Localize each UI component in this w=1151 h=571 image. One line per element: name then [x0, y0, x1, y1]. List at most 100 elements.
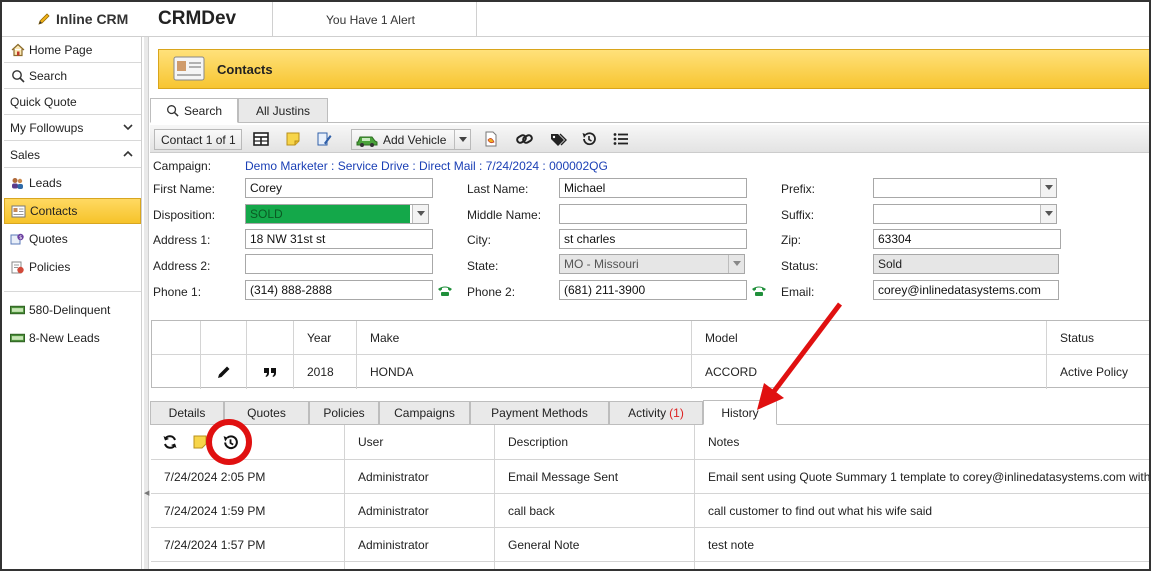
- chevron-down-icon[interactable]: [122, 121, 134, 133]
- list-icon: [10, 303, 25, 318]
- edit-document-icon[interactable]: [315, 131, 333, 147]
- prefix-select[interactable]: [873, 178, 1057, 198]
- phone1-field[interactable]: (314) 888-2888: [245, 280, 433, 300]
- email-field[interactable]: corey@inlinedatasystems.com: [873, 280, 1059, 300]
- phone-call-icon[interactable]: [751, 285, 767, 297]
- last-name-field[interactable]: Michael: [559, 178, 747, 198]
- chevron-down-icon[interactable]: [412, 205, 428, 223]
- column-header-model[interactable]: Model: [692, 321, 1047, 355]
- tab-all-justins[interactable]: All Justins: [238, 98, 328, 123]
- tab-search[interactable]: Search: [150, 98, 238, 123]
- address1-label: Address 1:: [153, 233, 211, 247]
- tab-history[interactable]: History: [703, 400, 777, 425]
- disposition-select[interactable]: SOLD: [245, 204, 429, 224]
- chevron-up-icon[interactable]: [122, 148, 134, 160]
- column-header-user[interactable]: User: [358, 425, 383, 459]
- sidebar: Home Page Search Quick Quote My Followup…: [2, 37, 142, 569]
- add-vehicle-dropdown[interactable]: [454, 130, 470, 149]
- phone2-field[interactable]: (681) 211-3900: [559, 280, 747, 300]
- column-header-description[interactable]: Description: [508, 425, 568, 459]
- add-vehicle-label: Add Vehicle: [383, 132, 447, 147]
- phone-call-icon[interactable]: [437, 285, 453, 297]
- sidebar-item-label: Sales: [10, 147, 41, 162]
- list-icon: [10, 331, 25, 346]
- address2-field[interactable]: [245, 254, 433, 274]
- splitter-grip-icon[interactable]: ◀: [144, 489, 149, 497]
- divider: [151, 527, 1149, 528]
- svg-text:$: $: [19, 235, 22, 241]
- record-toolbar: Contact 1 of 1 Add Vehicle: [150, 125, 1149, 153]
- contact-counter: Contact 1 of 1: [154, 129, 242, 150]
- contacts-icon: [11, 204, 26, 219]
- search-icon: [167, 105, 179, 117]
- note-icon[interactable]: [284, 131, 302, 147]
- chevron-down-icon[interactable]: [728, 255, 744, 273]
- column-header-status[interactable]: Status: [1047, 321, 1149, 355]
- tab-quotes[interactable]: Quotes: [224, 401, 309, 425]
- contact-counter-text: Contact 1 of 1: [161, 132, 236, 147]
- tab-activity[interactable]: Activity (1): [609, 401, 703, 425]
- history-icon[interactable]: [222, 425, 239, 459]
- sidebar-item-home[interactable]: Home Page: [4, 37, 141, 63]
- main-content: Contacts Search All Justins Contact 1 of…: [150, 37, 1149, 569]
- state-select[interactable]: MO - Missouri: [559, 254, 745, 274]
- quote-row-button[interactable]: [247, 355, 294, 389]
- address1-field[interactable]: 18 NW 31st st: [245, 229, 433, 249]
- suffix-select[interactable]: [873, 204, 1057, 224]
- campaign-link[interactable]: Demo Marketer : Service Drive : Direct M…: [245, 159, 608, 173]
- sidebar-item-policies[interactable]: Policies: [4, 254, 141, 280]
- add-vehicle-button[interactable]: Add Vehicle: [351, 129, 471, 150]
- city-field[interactable]: st charles: [559, 229, 747, 249]
- tab-label: Quotes: [247, 406, 286, 420]
- sidebar-item-contacts[interactable]: Contacts: [4, 198, 141, 224]
- sidebar-item-quick-quote[interactable]: Quick Quote: [4, 89, 141, 115]
- column-header-notes[interactable]: Notes: [708, 425, 739, 459]
- link-icon[interactable]: [515, 131, 533, 147]
- history-date: 7/24/2024 1:57 PM: [164, 537, 266, 552]
- alert-link[interactable]: You Have 1 Alert: [326, 13, 415, 27]
- tags-icon[interactable]: [549, 131, 567, 147]
- app-logo[interactable]: Inline CRM: [36, 11, 128, 27]
- sidebar-item-search[interactable]: Search: [4, 63, 141, 89]
- grid-icon[interactable]: [252, 131, 270, 147]
- list-view-icon[interactable]: [612, 131, 630, 147]
- disposition-value: SOLD: [246, 205, 410, 223]
- zip-field[interactable]: 63304: [873, 229, 1061, 249]
- sidebar-item-label: Contacts: [30, 204, 78, 218]
- tab-label: Activity: [628, 406, 667, 420]
- chevron-down-icon[interactable]: [1040, 179, 1056, 197]
- sidebar-item-sales[interactable]: Sales: [4, 142, 141, 168]
- refresh-icon[interactable]: [162, 425, 178, 459]
- middle-name-field[interactable]: [559, 204, 747, 224]
- first-name-field[interactable]: Corey: [245, 178, 433, 198]
- leads-icon: [10, 176, 25, 191]
- car-icon: [356, 136, 378, 147]
- pane-splitter[interactable]: ◀: [144, 37, 149, 569]
- tab-label: Details: [168, 406, 206, 420]
- add-note-icon[interactable]: [192, 425, 208, 459]
- sidebar-item-leads[interactable]: Leads: [4, 170, 141, 196]
- sidebar-item-label: Leads: [29, 176, 62, 190]
- table-cell: [152, 355, 201, 389]
- tab-campaigns[interactable]: Campaigns: [379, 401, 470, 425]
- logo-text: Inline CRM: [56, 11, 129, 27]
- sidebar-item-my-followups[interactable]: My Followups: [4, 115, 141, 141]
- sidebar-item-quotes[interactable]: $ Quotes: [4, 226, 141, 252]
- tab-payment-methods[interactable]: Payment Methods: [470, 401, 609, 425]
- tab-details[interactable]: Details: [150, 401, 224, 425]
- column-header-make[interactable]: Make: [357, 321, 692, 355]
- sidebar-item-8-new-leads[interactable]: 8-New Leads: [4, 325, 141, 351]
- column-header-year[interactable]: Year: [294, 321, 357, 355]
- middle-name-label: Middle Name:: [467, 208, 542, 222]
- pdf-icon[interactable]: [482, 131, 500, 147]
- tab-policies[interactable]: Policies: [309, 401, 379, 425]
- history-icon[interactable]: [580, 131, 598, 147]
- history-user: Administrator: [358, 469, 429, 484]
- sidebar-item-580-delinquent[interactable]: 580-Delinquent: [4, 297, 141, 323]
- edit-row-button[interactable]: [201, 355, 247, 389]
- contact-card-icon: [173, 56, 205, 81]
- chevron-down-icon[interactable]: [1040, 205, 1056, 223]
- activity-count-badge: (1): [669, 406, 684, 420]
- vehicle-year: 2018: [294, 355, 357, 389]
- top-bar: Inline CRM CRMDev You Have 1 Alert: [2, 2, 1149, 37]
